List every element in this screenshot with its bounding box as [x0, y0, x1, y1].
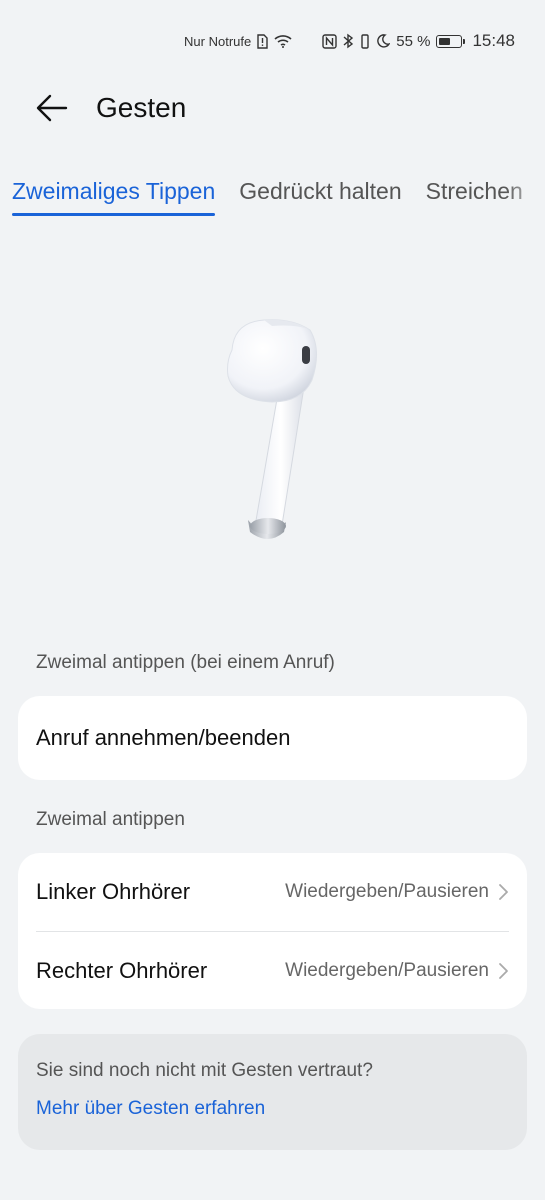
chevron-right-icon — [499, 962, 508, 979]
nfc-icon — [322, 33, 337, 49]
earbud-illustration — [212, 310, 342, 550]
page-title: Gesten — [96, 92, 187, 123]
tap-section-label: Zweimal antippen — [36, 809, 185, 830]
battery-icon — [436, 34, 466, 48]
left-earbud-value: Wiedergeben/Pausieren — [285, 881, 489, 902]
gesture-help-text: Sie sind noch nicht mit Gesten vertraut? — [36, 1060, 373, 1081]
app-header: Gesten — [36, 84, 525, 132]
sim-alert-icon — [257, 33, 268, 49]
left-earbud-label: Linker Ohrhörer — [36, 879, 191, 904]
left-earbud-row[interactable]: Linker Ohrhörer Wiedergeben/Pausieren — [18, 853, 527, 931]
clock: 15:48 — [472, 31, 515, 50]
call-card: Anruf annehmen/beenden — [18, 696, 527, 780]
tabs-fade — [505, 172, 545, 222]
chevron-right-icon — [499, 884, 508, 900]
gesture-help-card: Sie sind noch nicht mit Gesten vertraut?… — [18, 1034, 527, 1150]
carrier-label: Nur Notrufe — [184, 33, 252, 49]
call-section-label: Zweimal antippen (bei einem Anruf) — [36, 652, 335, 673]
status-bar: Nur Notrufe 55 % 15:48 — [184, 28, 515, 54]
moon-icon — [376, 34, 391, 48]
right-earbud-label: Rechter Ohrhörer — [36, 957, 208, 983]
tab-double-tap[interactable]: Zweimaliges Tippen — [12, 172, 216, 222]
answer-end-call-label: Anruf annehmen/beenden — [36, 725, 291, 750]
tab-bar: Zweimaliges Tippen Gedrückt halten Strei… — [12, 172, 545, 222]
bluetooth-icon — [343, 33, 354, 49]
right-earbud-value: Wiedergeben/Pausieren — [285, 959, 489, 981]
right-earbud-row[interactable]: Rechter Ohrhörer Wiedergeben/Pausieren — [18, 932, 527, 1009]
battery-percent: 55 % — [396, 32, 431, 50]
tab-press-hold[interactable]: Gedrückt halten — [239, 172, 401, 222]
back-button[interactable] — [36, 88, 76, 128]
wifi-icon — [274, 34, 292, 48]
arrow-left-icon — [36, 94, 68, 122]
earbud-settings-card: Linker Ohrhörer Wiedergeben/Pausieren Re… — [18, 853, 527, 1009]
vibrate-icon — [360, 33, 370, 49]
answer-end-call-row[interactable]: Anruf annehmen/beenden — [18, 696, 527, 780]
learn-more-link[interactable]: Mehr über Gesten erfahren — [36, 1098, 265, 1120]
